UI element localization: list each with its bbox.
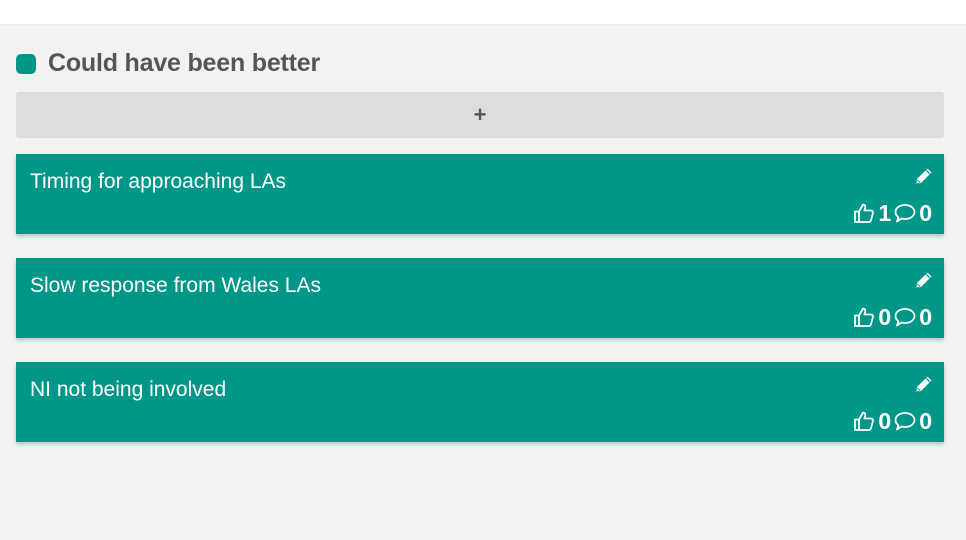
comment-control[interactable]: 0 xyxy=(893,408,932,435)
top-bar xyxy=(0,0,966,25)
plus-icon: + xyxy=(473,102,487,127)
card-text: Timing for approaching LAs xyxy=(30,170,287,193)
thumbs-up-icon[interactable] xyxy=(852,201,876,225)
card-footer: 0 0 xyxy=(852,303,932,331)
comment-icon[interactable] xyxy=(893,409,917,433)
vote-control[interactable]: 0 xyxy=(852,408,891,435)
add-card-button[interactable]: + xyxy=(16,92,944,138)
comment-control[interactable]: 0 xyxy=(893,304,932,331)
pencil-icon[interactable] xyxy=(914,374,934,394)
thumbs-up-icon[interactable] xyxy=(852,305,876,329)
pencil-icon[interactable] xyxy=(914,166,934,186)
comment-icon[interactable] xyxy=(893,201,917,225)
vote-count: 0 xyxy=(878,303,892,330)
column-header: Could have been better xyxy=(16,49,320,78)
comment-count: 0 xyxy=(919,407,932,434)
card-text: Slow response from Wales LAs xyxy=(30,274,321,297)
vote-count: 0 xyxy=(878,407,892,434)
card-footer: 1 0 xyxy=(852,199,932,227)
retro-card[interactable]: Timing for approaching LAs 1 0 xyxy=(16,154,944,234)
column-title: Could have been better xyxy=(48,49,321,77)
comment-count: 0 xyxy=(919,199,932,226)
comment-control[interactable]: 0 xyxy=(893,200,932,227)
column-color-swatch xyxy=(16,53,36,74)
thumbs-up-icon[interactable] xyxy=(852,409,876,433)
vote-control[interactable]: 1 xyxy=(852,200,891,227)
vote-count: 1 xyxy=(878,199,892,226)
retro-card[interactable]: Slow response from Wales LAs 0 0 xyxy=(16,258,944,338)
card-text: NI not being involved xyxy=(30,378,227,401)
card-footer: 0 0 xyxy=(852,407,932,435)
comment-icon[interactable] xyxy=(893,305,917,329)
retro-card[interactable]: NI not being involved 0 0 xyxy=(16,362,944,442)
vote-control[interactable]: 0 xyxy=(852,304,891,331)
comment-count: 0 xyxy=(919,303,932,330)
pencil-icon[interactable] xyxy=(914,270,934,290)
